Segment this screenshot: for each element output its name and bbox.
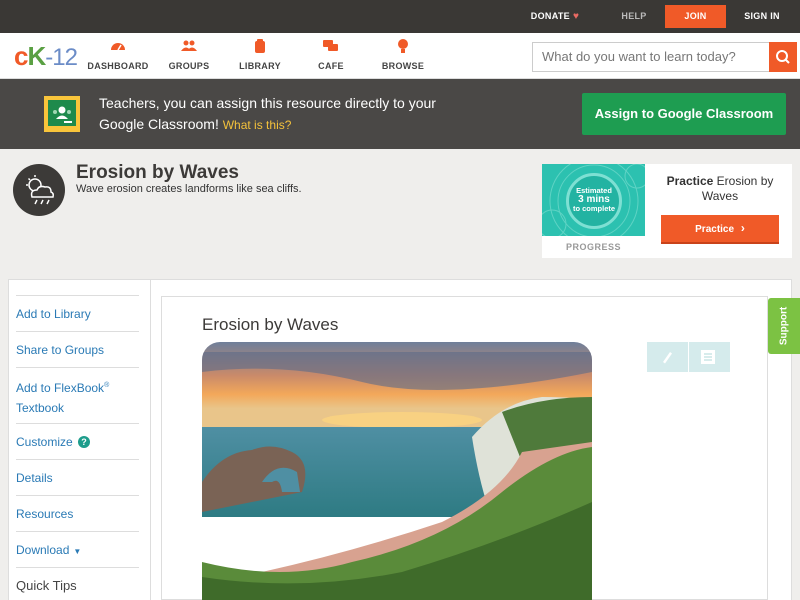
pencil-icon[interactable] — [659, 349, 675, 370]
sidebar: Add to Library Share to Groups Add to Fl… — [8, 279, 151, 600]
library-icon — [236, 39, 284, 55]
banner-message: Teachers, you can assign this resource d… — [99, 93, 459, 136]
donate-link[interactable]: DONATE ♥ — [520, 0, 590, 33]
practice-title-bold: Practice — [666, 174, 714, 188]
sidebar-add-to-flexbook[interactable]: Add to FlexBook® Textbook — [16, 367, 139, 423]
nav-dashboard[interactable]: DASHBOARD — [86, 39, 150, 75]
logo-n: -12 — [45, 44, 78, 71]
practice-title: Practice Erosion by Waves — [654, 174, 786, 204]
registered-mark: ® — [104, 382, 110, 389]
nav-browse[interactable]: BROWSE — [380, 39, 426, 75]
nav-groups-label: GROUPS — [168, 61, 210, 71]
logo-k: K — [27, 41, 46, 71]
top-bar: DONATE ♥ HELP JOIN SIGN IN — [0, 0, 800, 33]
donate-label: DONATE — [530, 11, 570, 21]
weather-cloud-icon — [13, 164, 65, 216]
browse-icon — [380, 39, 426, 55]
sign-in-link[interactable]: SIGN IN — [738, 0, 786, 33]
google-classroom-icon — [44, 96, 80, 132]
progress-label: PROGRESS — [565, 242, 621, 252]
page-title: Erosion by Waves — [76, 162, 239, 183]
nav-cafe[interactable]: CAFE — [312, 39, 350, 75]
customize-label: Customize — [16, 435, 73, 449]
practice-card: Estimated 3 mins to complete PROGRESS Pr… — [542, 164, 792, 258]
nav-library[interactable]: LIBRARY — [236, 39, 284, 75]
download-label: Download — [16, 543, 70, 557]
support-label: Support — [778, 306, 790, 346]
toolbar-divider — [688, 342, 689, 372]
support-tab[interactable]: Support — [768, 298, 800, 354]
classroom-banner: Teachers, you can assign this resource d… — [0, 79, 800, 149]
help-link[interactable]: HELP — [612, 0, 656, 33]
practice-button-label: Practice — [695, 224, 735, 235]
what-is-this-link[interactable]: What is this? — [223, 118, 292, 132]
nav-browse-label: BROWSE — [381, 61, 425, 71]
join-button[interactable]: JOIN — [665, 5, 726, 28]
sidebar-add-to-library[interactable]: Add to Library — [16, 295, 139, 332]
practice-title-rest: Erosion by Waves — [701, 174, 774, 203]
chevron-right-icon: › — [740, 221, 745, 235]
practice-button[interactable]: Practice › — [661, 215, 779, 244]
search-icon — [776, 50, 790, 64]
search-input[interactable]: What do you want to learn today? — [532, 42, 770, 72]
assign-google-classroom-button[interactable]: Assign to Google Classroom — [582, 93, 786, 135]
caret-down-icon: ▼ — [73, 547, 82, 556]
progress-graphic: Estimated 3 mins to complete — [542, 164, 645, 236]
sidebar-share-to-groups[interactable]: Share to Groups — [16, 331, 139, 368]
nav-cafe-label: CAFE — [318, 61, 344, 71]
search-button[interactable] — [769, 42, 797, 72]
sidebar-resources[interactable]: Resources — [16, 495, 139, 532]
sidebar-details[interactable]: Details — [16, 459, 139, 496]
annotation-toolbar — [647, 342, 730, 372]
nav-dashboard-label: DASHBOARD — [87, 61, 149, 71]
sidebar-quick-tips[interactable]: Quick Tips — [16, 567, 139, 600]
sidebar-customize[interactable]: Customize ? — [16, 423, 139, 460]
logo-c: c — [14, 41, 29, 71]
estimated-time-badge: Estimated 3 mins to complete — [566, 173, 622, 229]
estimate-line-3: to complete — [572, 204, 616, 213]
groups-icon — [164, 39, 214, 55]
hero-image-sea-cliffs — [202, 342, 592, 600]
help-icon[interactable]: ? — [78, 436, 91, 448]
ck12-logo[interactable]: cK-12 — [14, 41, 78, 72]
nav-groups[interactable]: GROUPS — [164, 39, 214, 75]
flexbook-label: Add to FlexBook — [16, 381, 105, 395]
nav-library-label: LIBRARY — [239, 61, 281, 71]
content-title: Erosion by Waves — [202, 315, 339, 334]
sidebar-download[interactable]: Download ▼ — [16, 531, 139, 568]
flexbook-label-2: Textbook — [16, 401, 65, 415]
notes-icon[interactable] — [701, 350, 715, 369]
main-nav: cK-12 DASHBOARD GROUPS LIBRARY CAFE BROW… — [0, 33, 800, 79]
page-subtitle: Wave erosion creates landforms like sea … — [76, 183, 302, 195]
estimate-line-2: 3 mins — [578, 194, 610, 205]
heart-icon: ♥ — [572, 11, 580, 22]
dashboard-icon — [86, 39, 150, 55]
cafe-icon — [312, 39, 350, 55]
